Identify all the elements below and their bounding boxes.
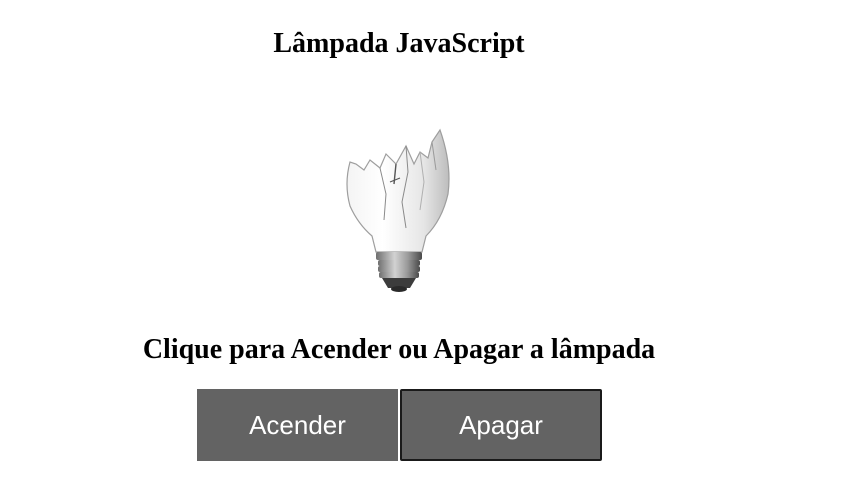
page-title: Lâmpada JavaScript: [273, 28, 525, 59]
turn-on-button[interactable]: Acender: [197, 389, 398, 461]
turn-off-button[interactable]: Apagar: [400, 389, 602, 461]
instruction-text: Clique para Acender ou Apagar a lâmpada: [142, 334, 656, 365]
broken-lightbulb-icon: [346, 128, 450, 292]
